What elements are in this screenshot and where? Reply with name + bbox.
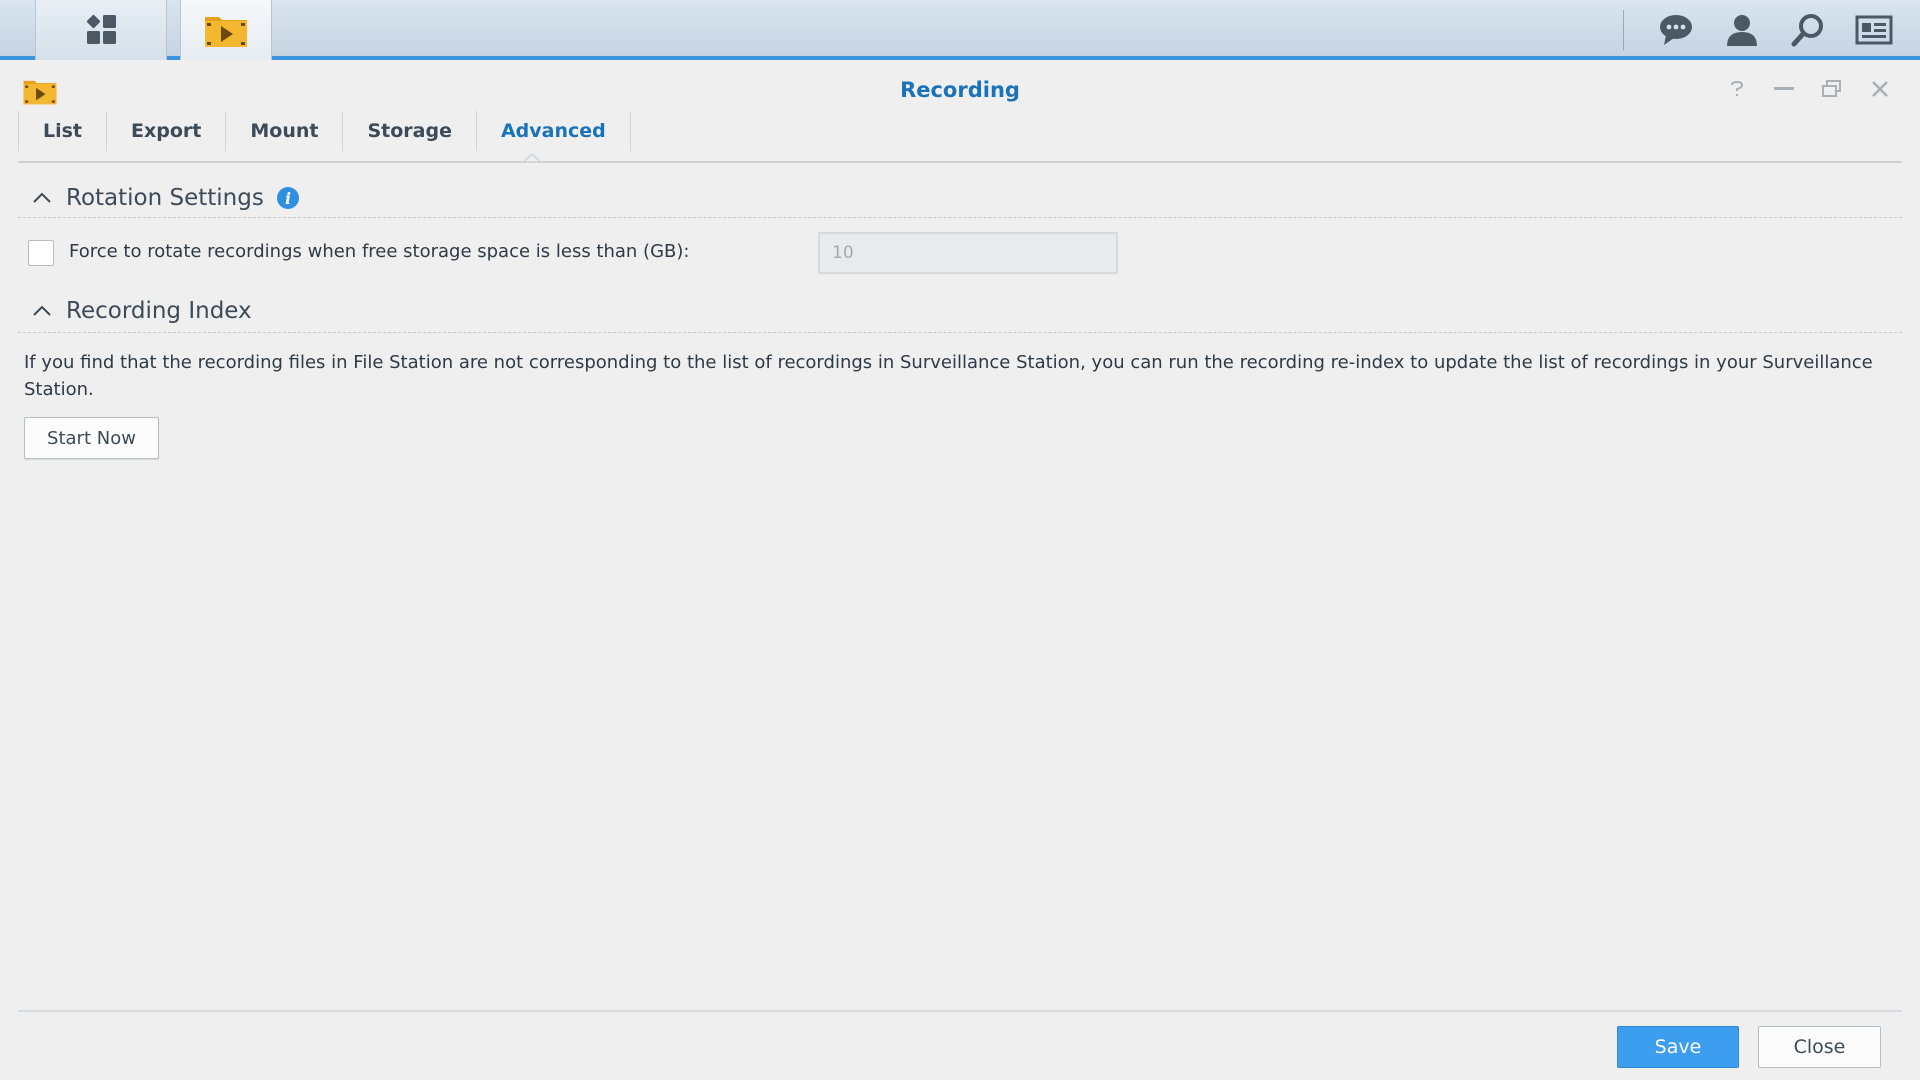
tab-mount[interactable]: Mount xyxy=(225,111,342,151)
tab-underline xyxy=(18,161,1902,163)
tab-advanced[interactable]: Advanced xyxy=(475,111,631,151)
recording-index-description: If you find that the recording files in … xyxy=(24,352,1873,400)
chat-button[interactable] xyxy=(1649,0,1703,60)
section-divider xyxy=(18,217,1902,218)
force-rotate-label: Force to rotate recordings when free sto… xyxy=(69,241,690,262)
close-window-button[interactable] xyxy=(1860,74,1900,104)
tab-bar: List Export Mount Storage Advanced xyxy=(18,111,631,151)
close-icon xyxy=(1872,81,1888,97)
widgets-icon xyxy=(1855,15,1893,45)
footer-divider xyxy=(18,1010,1902,1012)
section-divider xyxy=(18,332,1902,333)
surveillance-app-icon xyxy=(205,17,247,47)
user-icon xyxy=(1727,15,1757,46)
svg-text:i: i xyxy=(285,189,291,208)
taskbar xyxy=(0,0,1920,60)
user-button[interactable] xyxy=(1715,0,1769,60)
restore-icon xyxy=(1822,80,1841,97)
recording-index-header[interactable]: Recording Index xyxy=(28,293,252,329)
widgets-button[interactable] xyxy=(1847,0,1901,60)
window-title: Recording xyxy=(900,78,1020,102)
restore-button[interactable] xyxy=(1812,74,1852,104)
surveillance-app-button[interactable] xyxy=(180,0,272,60)
help-button[interactable] xyxy=(1717,74,1757,104)
rotation-settings-header[interactable]: Rotation Settings i xyxy=(28,180,300,216)
main-menu-icon xyxy=(86,14,116,44)
minimize-button[interactable] xyxy=(1764,74,1804,104)
chevron-up-icon xyxy=(33,192,51,203)
info-icon[interactable]: i xyxy=(276,186,300,210)
search-button[interactable] xyxy=(1781,0,1835,60)
help-icon xyxy=(1731,80,1744,96)
main-menu-button[interactable] xyxy=(35,0,167,60)
tab-export[interactable]: Export xyxy=(106,111,225,151)
free-space-gb-input[interactable]: 10 xyxy=(818,232,1118,274)
taskbar-separator xyxy=(1623,10,1624,50)
recording-index-title: Recording Index xyxy=(66,298,252,324)
tab-storage[interactable]: Storage xyxy=(342,111,476,151)
recording-window: Recording List Export Mount Storage Adva… xyxy=(0,64,1920,1080)
chevron-up-icon xyxy=(33,305,51,316)
save-button[interactable]: Save xyxy=(1617,1026,1739,1068)
force-rotate-checkbox[interactable] xyxy=(28,240,54,266)
tab-list[interactable]: List xyxy=(18,111,106,151)
close-button[interactable]: Close xyxy=(1758,1026,1881,1068)
active-tab-pointer xyxy=(524,154,540,162)
start-now-button[interactable]: Start Now xyxy=(24,417,159,459)
rotation-settings-title: Rotation Settings xyxy=(66,185,264,211)
minimize-icon xyxy=(1774,87,1794,90)
chat-icon xyxy=(1660,15,1692,45)
search-icon xyxy=(1791,14,1823,47)
